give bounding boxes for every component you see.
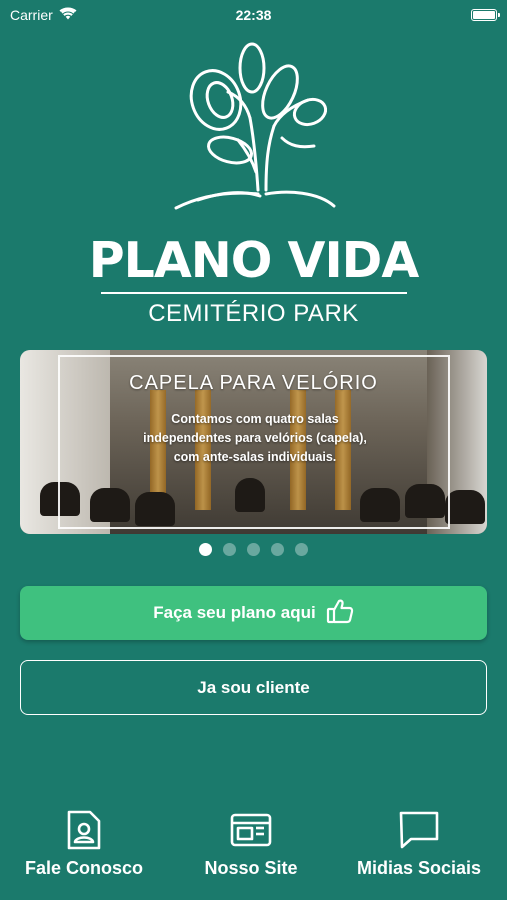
nav-social-label: Midias Sociais [356, 858, 482, 878]
nav-website[interactable]: Nosso Site [196, 808, 306, 879]
chat-bubble-icon [397, 808, 441, 852]
banner-text-line: Contamos com quatro salas [171, 412, 339, 426]
banner-text-line: com ante-salas individuais. [173, 450, 337, 464]
nav-website-label: Nosso Site [204, 858, 298, 878]
tree-logo-icon [174, 42, 336, 210]
contact-card-icon [62, 808, 106, 852]
nav-social[interactable]: Midias Sociais [349, 808, 489, 879]
banner-text-line: independentes para velórios (capela), [143, 431, 367, 445]
existing-client-button[interactable]: Ja sou cliente [20, 660, 487, 715]
carousel-dot-4[interactable] [271, 543, 284, 556]
carousel-dot-2[interactable] [223, 543, 236, 556]
brand-title: PLANO VIDA [88, 232, 420, 289]
banner-text: Contamos com quatro salas independentes … [100, 410, 410, 467]
nav-contact-label: Fale Conosco [24, 858, 144, 878]
brand-subtitle: CEMITÉRIO PARK [148, 300, 359, 327]
thumbs-up-icon [326, 598, 354, 629]
status-left: Carrier [10, 7, 77, 23]
make-plan-label: Faça seu plano aqui [153, 603, 316, 622]
status-bar: Carrier 22:38 [0, 0, 507, 30]
bottom-nav: Fale Conosco Nosso Site Midias Sociais [0, 808, 507, 888]
carousel-dot-5[interactable] [295, 543, 308, 556]
carrier-label: Carrier [10, 7, 53, 23]
carousel-dot-1[interactable] [199, 543, 212, 556]
nav-contact[interactable]: Fale Conosco [20, 808, 148, 879]
make-plan-button[interactable]: Faça seu plano aqui [20, 586, 487, 640]
banner-title: CAPELA PARA VELÓRIO [129, 372, 378, 394]
existing-client-label: Ja sou cliente [197, 677, 310, 697]
website-icon [229, 808, 273, 852]
carousel-banner[interactable]: CAPELA PARA VELÓRIO Contamos com quatro … [20, 350, 487, 534]
carousel-dot-3[interactable] [247, 543, 260, 556]
battery-icon [471, 9, 500, 21]
banner-chair [445, 490, 485, 524]
wifi-icon [59, 7, 77, 23]
carousel-dots [0, 543, 507, 556]
brand-divider [101, 292, 407, 294]
